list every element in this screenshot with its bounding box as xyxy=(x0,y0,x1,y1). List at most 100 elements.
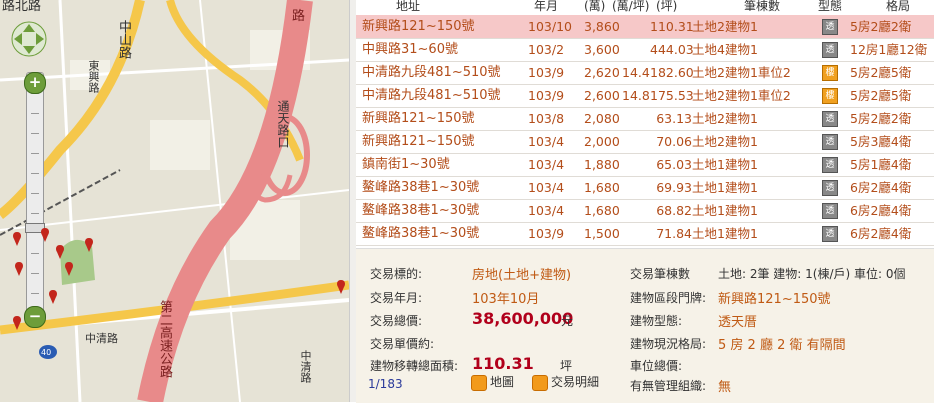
label-address: 建物區段門牌: xyxy=(630,291,707,305)
cell-area: 63.13 xyxy=(656,111,692,126)
cell-price: 1,880 xyxy=(584,157,620,172)
cell-count: 土地1建物1 xyxy=(692,203,758,218)
map-pin-icon[interactable] xyxy=(40,228,50,242)
cell-count: 土地1建物1 xyxy=(692,157,758,172)
cell-price: 1,680 xyxy=(584,203,620,218)
map-button[interactable]: 地圖 xyxy=(471,374,514,391)
building-type-icon: 透 xyxy=(822,157,838,173)
transaction-list: 地址 年月 (萬) (萬/坪) (坪) 筆棟數 型態 格局 新興路121~150… xyxy=(356,0,934,248)
building-type-icon: 樓 xyxy=(822,88,838,104)
table-row[interactable]: 新興路121~150號 103/4 2,000 70.06 土地2建物1 5房3廳4衛透 xyxy=(356,130,934,154)
building-type-icon: 透 xyxy=(822,111,838,127)
cell-year-month: 103/4 xyxy=(528,180,565,195)
cell-area: 65.03 xyxy=(656,157,692,172)
label-parking: 車位總價: xyxy=(630,359,683,373)
label-area: 建物移轉總面積: xyxy=(370,359,459,373)
map-pin-icon[interactable] xyxy=(14,262,24,276)
table-row[interactable]: 鳌峰路38巷1~30號 103/4 1,680 69.93 土地1建物1 6房2廳4衛透 xyxy=(356,176,934,200)
zoom-out-button[interactable]: − xyxy=(24,306,46,328)
header-type[interactable]: 型態 xyxy=(818,0,842,14)
cell-layout: 5房2廳2衛 xyxy=(850,111,912,126)
header-year-month[interactable]: 年月 xyxy=(534,0,558,14)
table-row[interactable]: 中清路九段481~510號 103/9 2,620 14.4 182.60 土地2建物1車… xyxy=(356,61,934,85)
building-type-icon: 透 xyxy=(822,134,838,150)
table-row[interactable]: 新興路121~150號 103/10 3,860 110.31 土地2建物1 5房2廳2衛… xyxy=(356,15,934,39)
value-type: 透天厝 xyxy=(718,315,758,330)
value-total-unit: 元 xyxy=(561,314,574,328)
cell-year-month: 103/9 xyxy=(528,88,565,103)
cell-count: 土地1建物1 xyxy=(692,226,758,241)
cell-address: 鎮南街1~30號 xyxy=(362,157,450,172)
cell-count: 土地2建物1車位2 xyxy=(692,65,791,80)
building-type-icon: 透 xyxy=(822,42,838,58)
cell-year-month: 103/4 xyxy=(528,203,565,218)
cell-address: 鳌峰路38巷1~30號 xyxy=(362,180,480,195)
map-pin-icon[interactable] xyxy=(12,232,22,246)
label-total-price: 交易總價: xyxy=(370,314,423,328)
cell-year-month: 103/9 xyxy=(528,65,565,80)
map-pin-icon[interactable] xyxy=(336,280,346,294)
cell-layout: 6房2廳4衛 xyxy=(850,203,912,218)
header-price[interactable]: (萬) xyxy=(584,0,605,14)
header-area[interactable]: (坪) xyxy=(656,0,677,14)
value-layout: 5 房 2 廳 2 衛 有隔間 xyxy=(718,338,846,353)
map-pin-icon[interactable] xyxy=(84,238,94,252)
cell-layout: 5房1廳4衛 xyxy=(850,157,912,172)
cell-year-month: 103/2 xyxy=(528,42,565,57)
label-type: 建物型態: xyxy=(630,314,683,328)
cell-layout: 5房2廳2衛 xyxy=(850,19,912,34)
map-pan-control[interactable] xyxy=(10,20,48,58)
label-count: 交易筆棟數 xyxy=(630,267,691,281)
building-type-icon: 透 xyxy=(822,180,838,196)
cell-price: 2,600 xyxy=(584,88,620,103)
header-layout[interactable]: 格局 xyxy=(886,0,910,14)
table-row[interactable]: 中清路九段481~510號 103/9 2,600 14.8 175.53 土地2建物1車… xyxy=(356,84,934,108)
value-total-price: 38,600,000 xyxy=(472,309,574,328)
map-label-east: 東興路 xyxy=(87,60,100,93)
label-management: 有無管理組織: xyxy=(630,379,707,393)
value-area-unit: 坪 xyxy=(560,359,573,373)
map-label-highway: 第二高速公路 xyxy=(157,300,172,378)
table-row[interactable]: 鳌峰路38巷1~30號 103/4 1,680 68.82 土地1建物1 6房2廳4衛透 xyxy=(356,199,934,223)
header-address[interactable]: 地址 xyxy=(396,0,420,14)
table-row[interactable]: 鎮南街1~30號 103/4 1,880 65.03 土地1建物1 5房1廳4衛透 xyxy=(356,153,934,177)
detail-button[interactable]: 交易明細 xyxy=(532,374,599,391)
map-pin-icon[interactable] xyxy=(12,316,22,330)
value-date: 103年10月 xyxy=(472,292,540,307)
table-row[interactable]: 鳌峰路38巷1~30號 103/9 1,500 71.84 土地1建物1 6房2廳4衛透 xyxy=(356,222,934,246)
cell-price: 3,600 xyxy=(584,42,620,57)
cell-address: 鳌峰路38巷1~30號 xyxy=(362,226,480,241)
map-pin-icon[interactable] xyxy=(55,245,65,259)
value-count: 土地: 2筆 建物: 1(棟/戶) 車位: 0個 xyxy=(718,267,906,281)
cell-area: 68.82 xyxy=(656,203,692,218)
cell-price: 2,620 xyxy=(584,65,620,80)
cell-address: 鳌峰路38巷1~30號 xyxy=(362,203,480,218)
building-type-icon: 透 xyxy=(822,203,838,219)
label-date: 交易年月: xyxy=(370,291,423,305)
cell-price: 2,000 xyxy=(584,134,620,149)
transaction-detail-panel: 交易標的: 房地(土地+建物) 交易年月: 103年10月 交易總價: 38,6… xyxy=(356,248,934,403)
cell-address: 新興路121~150號 xyxy=(362,111,475,126)
cell-area: 69.93 xyxy=(656,180,692,195)
header-count[interactable]: 筆棟數 xyxy=(744,0,780,14)
cell-price: 2,080 xyxy=(584,111,620,126)
cell-address: 新興路121~150號 xyxy=(362,134,475,149)
cell-area: 444.03 xyxy=(650,42,694,57)
cell-layout: 5房2廳5衛 xyxy=(850,88,912,103)
table-row[interactable]: 中興路31~60號 103/2 3,600 444.03 土地4建物1 12房1廳12衛透 xyxy=(356,38,934,62)
header-unit-price[interactable]: (萬/坪) xyxy=(612,0,649,14)
value-management: 無 xyxy=(718,380,732,395)
map-label-top: 路北路 xyxy=(2,0,42,14)
map-view[interactable]: 路北路 中山路 東興路 通天路口 第二高速公路 中清路 中清路 路 40 + − xyxy=(0,0,349,402)
zoom-in-button[interactable]: + xyxy=(24,72,46,94)
map-pin-icon[interactable] xyxy=(64,262,74,276)
label-unit-price: 交易單價約: xyxy=(370,337,435,351)
pan-arrows-icon[interactable] xyxy=(10,20,48,58)
map-button-label: 地圖 xyxy=(490,375,515,389)
table-row[interactable]: 新興路121~150號 103/8 2,080 63.13 土地2建物1 5房2廳2衛透 xyxy=(356,107,934,131)
cell-layout: 6房2廳4衛 xyxy=(850,226,912,241)
map-pin-icon[interactable] xyxy=(48,290,58,304)
cell-year-month: 103/4 xyxy=(528,134,565,149)
cell-year-month: 103/9 xyxy=(528,226,565,241)
zoom-slider[interactable] xyxy=(25,72,45,324)
